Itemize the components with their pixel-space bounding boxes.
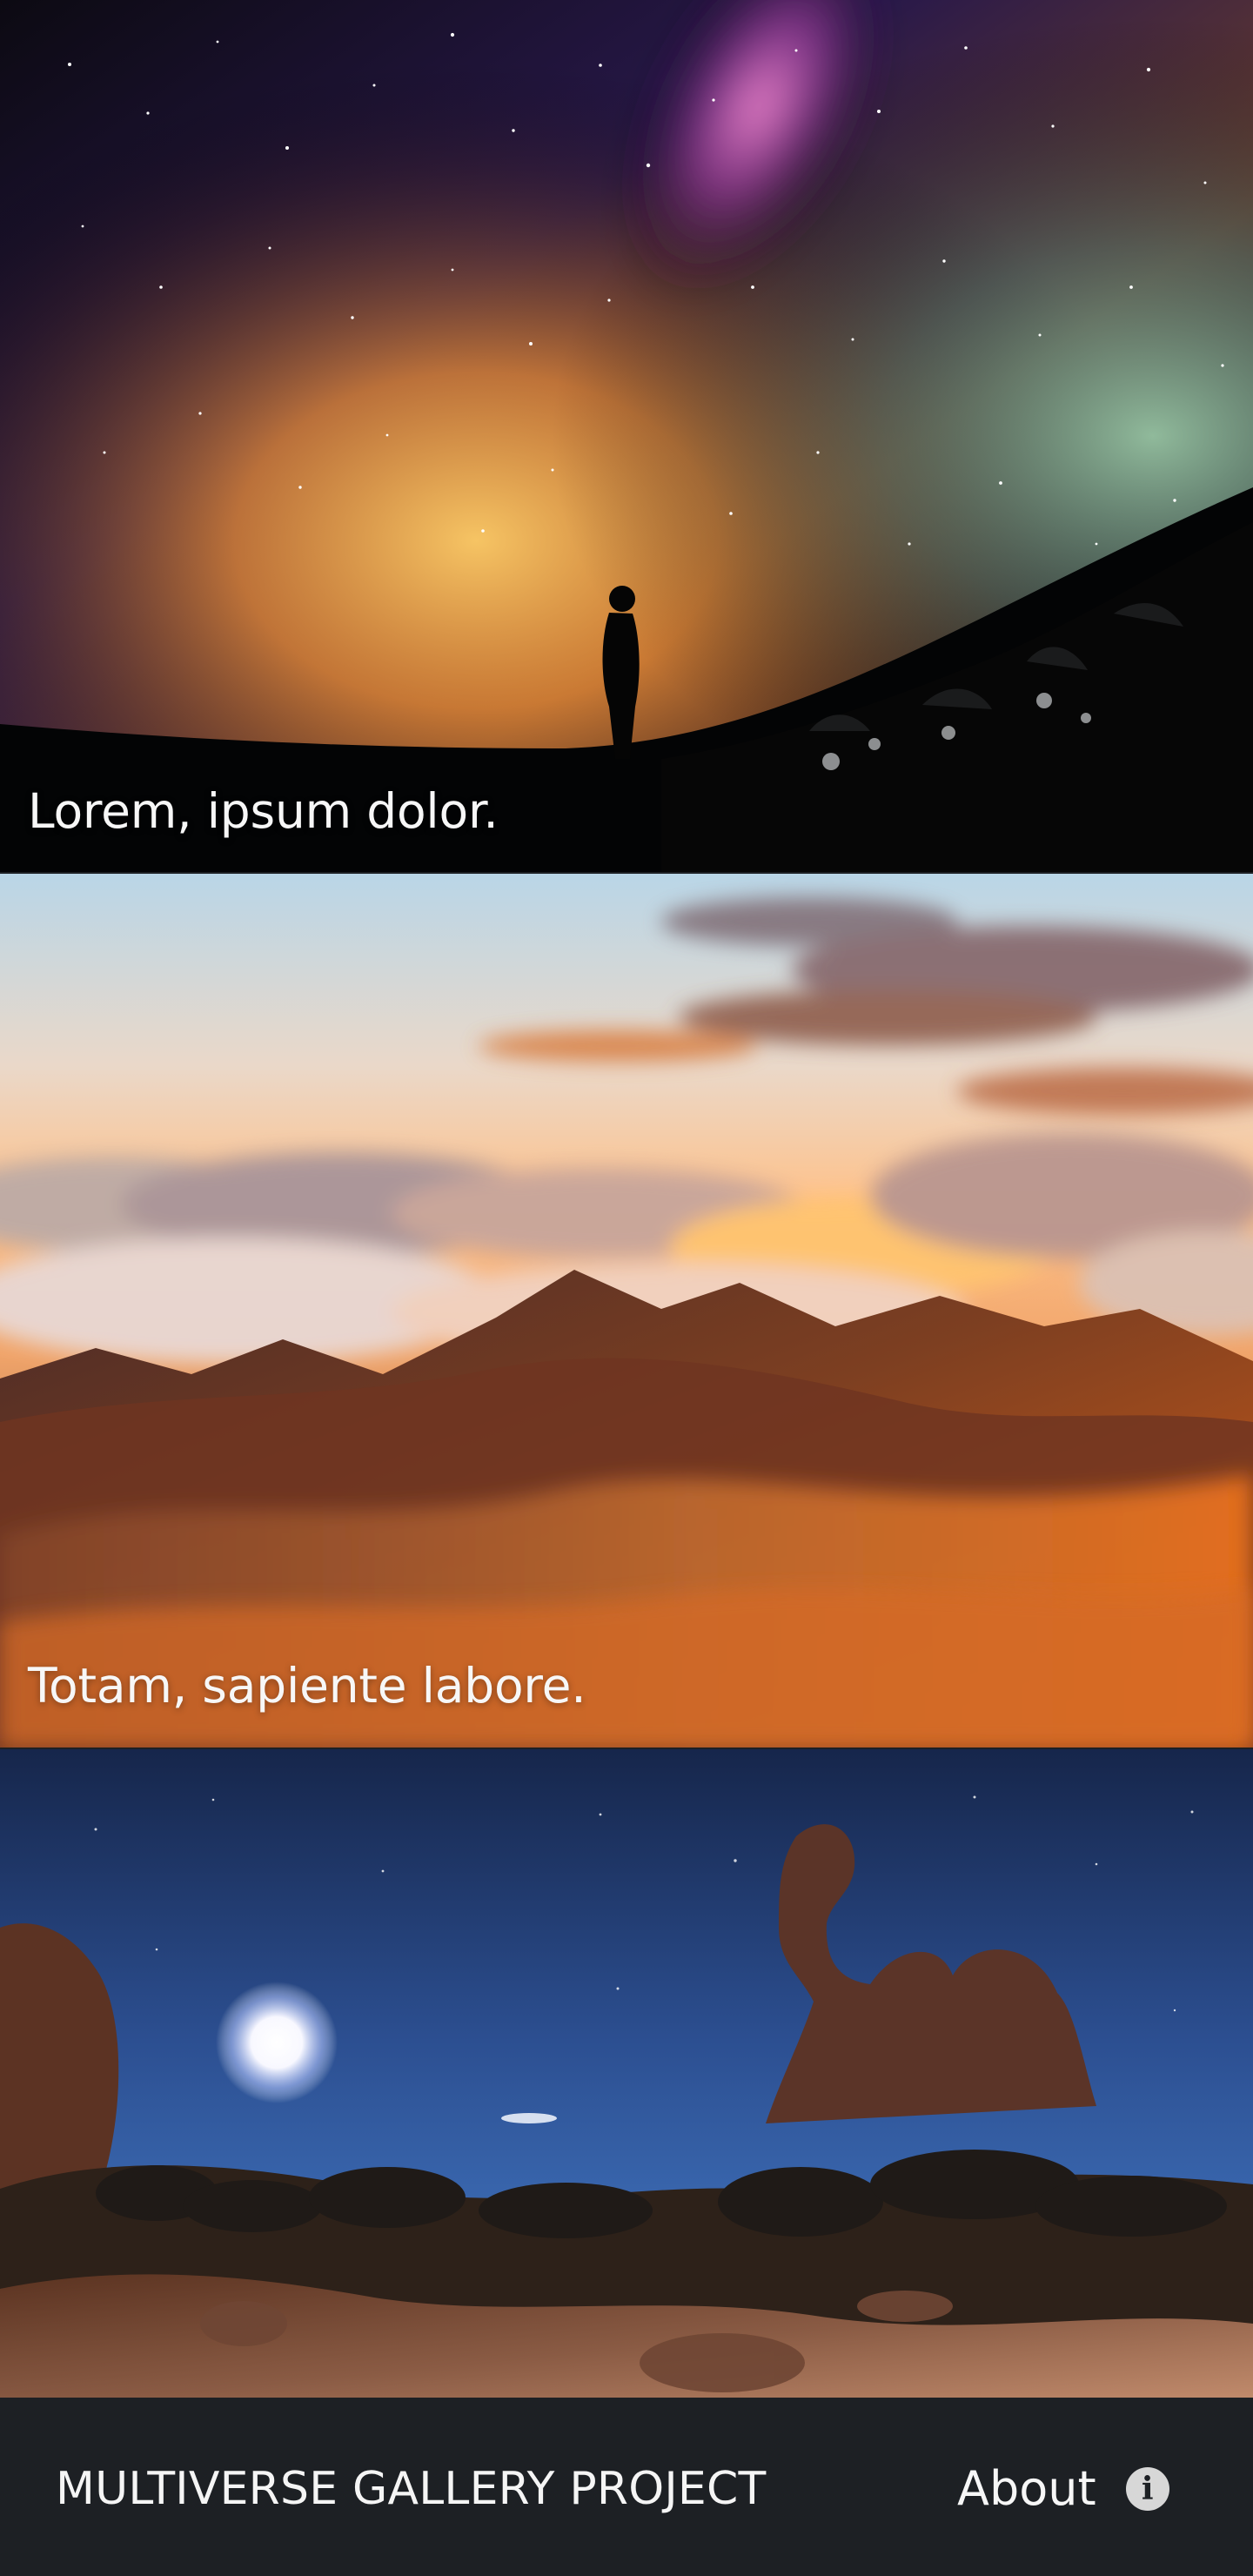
info-icon: i — [1125, 2467, 1169, 2511]
gallery-item-mountain-clouds[interactable]: Totam, sapiente labore. — [0, 874, 1253, 1748]
gallery-page: Lorem, ipsum dolor. Totam, sapiente labo… — [0, 0, 1253, 2576]
about-link[interactable]: About i — [957, 2458, 1169, 2520]
gallery-item-desert-arch[interactable] — [0, 1749, 1253, 2398]
footer: MULTIVERSE GALLERY PROJECT About i — [0, 2398, 1253, 2576]
milky-way-silhouette-image — [0, 0, 1253, 872]
gallery-caption: Totam, sapiente labore. — [28, 1658, 586, 1714]
gallery-caption: Lorem, ipsum dolor. — [28, 783, 499, 839]
about-label: About — [957, 2461, 1096, 2516]
desert-arch-night-image — [0, 1749, 1253, 2398]
mountain-clouds-image — [0, 874, 1253, 1748]
site-title: MULTIVERSE GALLERY PROJECT — [56, 2463, 767, 2515]
gallery-item-milky-way[interactable]: Lorem, ipsum dolor. — [0, 0, 1253, 872]
